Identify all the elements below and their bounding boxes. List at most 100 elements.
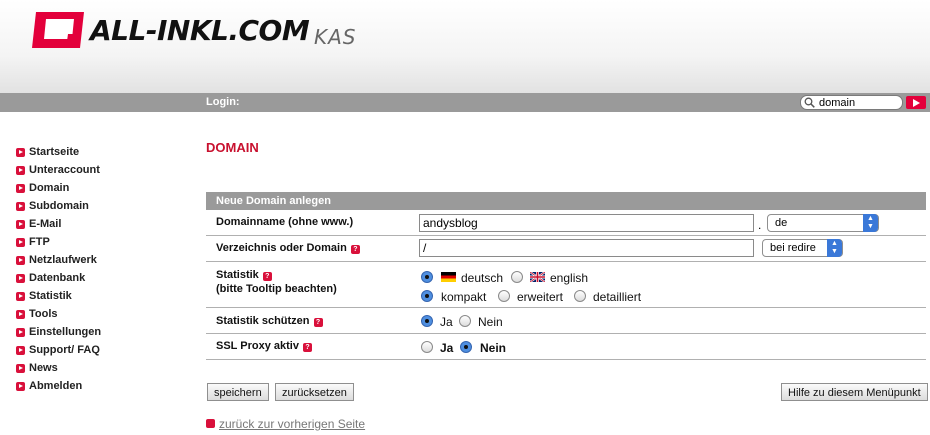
login-label[interactable]: Login: [206, 96, 240, 108]
radio-erweitert[interactable] [498, 290, 510, 302]
uk-flag-icon [530, 272, 545, 282]
lang-deutsch-label: deutsch [461, 271, 504, 285]
sidebar-item-tools[interactable]: Tools [16, 305, 101, 323]
arrow-bullet-icon [16, 309, 25, 319]
arrow-bullet-icon [16, 255, 25, 265]
select-arrows-icon: ▲ ▼ [863, 214, 878, 232]
arrow-bullet-icon [16, 273, 25, 283]
arrow-bullet-icon [16, 201, 25, 211]
sidebar-item-label: Abmelden [29, 380, 83, 392]
arrow-bullet-icon [16, 165, 25, 175]
radio-protect-no[interactable] [459, 315, 471, 327]
arrow-bullet-icon [16, 219, 25, 229]
sidebar-item-email[interactable]: E-Mail [16, 215, 101, 233]
sidebar-item-support[interactable]: Support/ FAQ [16, 341, 101, 359]
tld-value: de [775, 217, 788, 229]
row-directory: Verzeichnis oder Domain? bei redire ▲▼ [206, 236, 926, 262]
row-domainname: Domainname (ohne www.) . de ▲▼ [206, 210, 926, 236]
kompakt-label: kompakt [441, 290, 487, 304]
sidebar-item-label: News [29, 362, 58, 374]
german-flag-icon [441, 272, 456, 282]
help-icon[interactable]: ? [350, 245, 360, 254]
header: ALL-INKL.COM KAS [0, 0, 930, 93]
back-arrow-icon [206, 419, 215, 428]
sidebar-item-label: Domain [29, 182, 70, 194]
row-ssl-proxy: SSL Proxy aktiv? Ja Nein [206, 334, 926, 360]
sidebar-item-label: Einstellungen [29, 326, 102, 338]
statistik-label: Statistik? [216, 269, 272, 281]
search-input[interactable] [819, 96, 901, 109]
logo-text: ALL-INKL.COM [90, 14, 310, 47]
domainname-label: Domainname (ohne www.) [216, 216, 354, 228]
help-icon[interactable]: ? [262, 272, 272, 281]
select-arrows-icon: ▲ ▼ [827, 239, 842, 257]
directory-mode-select[interactable]: bei redire ▲ ▼ [762, 239, 843, 257]
arrow-bullet-icon [16, 237, 25, 247]
domainname-input[interactable] [419, 214, 754, 232]
form-header: Neue Domain anlegen [206, 192, 926, 210]
sidebar-item-subdomain[interactable]: Subdomain [16, 197, 101, 215]
sidebar-item-ftp[interactable]: FTP [16, 233, 101, 251]
reset-button[interactable]: zurücksetzen [275, 383, 354, 401]
radio-ssl-no[interactable] [460, 341, 472, 353]
login-bar: Login: [0, 93, 930, 112]
sidebar-item-unteraccount[interactable]: Unteraccount [16, 161, 101, 179]
sidebar-item-label: Statistik [29, 290, 72, 302]
domain-dot: . [758, 218, 762, 232]
sidebar-item-domain[interactable]: Domain [16, 179, 101, 197]
sidebar-item-label: E-Mail [29, 218, 62, 230]
help-icon[interactable]: ? [302, 343, 312, 352]
sidebar-item-news[interactable]: News [16, 359, 101, 377]
arrow-bullet-icon [16, 363, 25, 373]
statistik-note: (bitte Tooltip beachten) [216, 283, 337, 295]
logo-icon [32, 12, 84, 48]
sidebar-item-netzlaufwerk[interactable]: Netzlaufwerk [16, 251, 101, 269]
erweitert-label: erweitert [517, 290, 564, 304]
arrow-bullet-icon [16, 381, 25, 391]
arrow-bullet-icon [16, 147, 25, 157]
radio-kompakt[interactable] [421, 290, 433, 302]
search-icon [804, 97, 815, 108]
sidebar-item-einstellungen[interactable]: Einstellungen [16, 323, 101, 341]
help-button[interactable]: Hilfe zu diesem Menüpunkt [781, 383, 928, 401]
sidebar-item-label: Datenbank [29, 272, 86, 284]
sidebar-item-label: Tools [29, 308, 58, 320]
sidebar-item-label: Subdomain [29, 200, 89, 212]
sidebar: Startseite Unteraccount Domain Subdomain… [16, 143, 101, 395]
save-button[interactable]: speichern [207, 383, 269, 401]
product-name: KAS [314, 25, 357, 49]
arrow-bullet-icon [16, 327, 25, 337]
arrow-bullet-icon [16, 345, 25, 355]
sidebar-item-label: Support/ FAQ [29, 344, 100, 356]
protect-label: Statistik schützen? [216, 315, 323, 327]
tld-select[interactable]: de ▲ ▼ [767, 214, 879, 232]
sidebar-item-statistik[interactable]: Statistik [16, 287, 101, 305]
arrow-bullet-icon [16, 291, 25, 301]
detailliert-label: detailliert [593, 290, 642, 304]
sidebar-item-abmelden[interactable]: Abmelden [16, 377, 101, 395]
radio-lang-english[interactable] [511, 271, 523, 283]
directory-input[interactable] [419, 239, 754, 257]
page-title: DOMAIN [206, 140, 259, 155]
directory-mode-value: bei redire [770, 242, 816, 254]
radio-protect-yes[interactable] [421, 315, 433, 327]
radio-ssl-yes[interactable] [421, 341, 433, 353]
lang-english-label: english [550, 271, 589, 285]
radio-detailliert[interactable] [574, 290, 586, 302]
ssl-label: SSL Proxy aktiv? [216, 340, 312, 352]
radio-lang-deutsch[interactable] [421, 271, 433, 283]
sidebar-item-label: Unteraccount [29, 164, 100, 176]
arrow-bullet-icon [16, 183, 25, 193]
protect-no-label: Nein [478, 315, 503, 329]
back-link[interactable]: zurück zur vorherigen Seite [219, 417, 365, 431]
search-box[interactable] [800, 95, 903, 110]
ssl-no-label: Nein [480, 341, 507, 355]
sidebar-item-startseite[interactable]: Startseite [16, 143, 101, 161]
ssl-yes-label: Ja [440, 341, 454, 355]
help-icon[interactable]: ? [313, 318, 323, 327]
new-domain-form: Neue Domain anlegen Domainname (ohne www… [206, 192, 926, 360]
row-statistik: Statistik? (bitte Tooltip beachten) deut… [206, 262, 926, 308]
sidebar-item-datenbank[interactable]: Datenbank [16, 269, 101, 287]
sidebar-item-label: Startseite [29, 146, 80, 158]
search-go-button[interactable] [906, 96, 926, 109]
